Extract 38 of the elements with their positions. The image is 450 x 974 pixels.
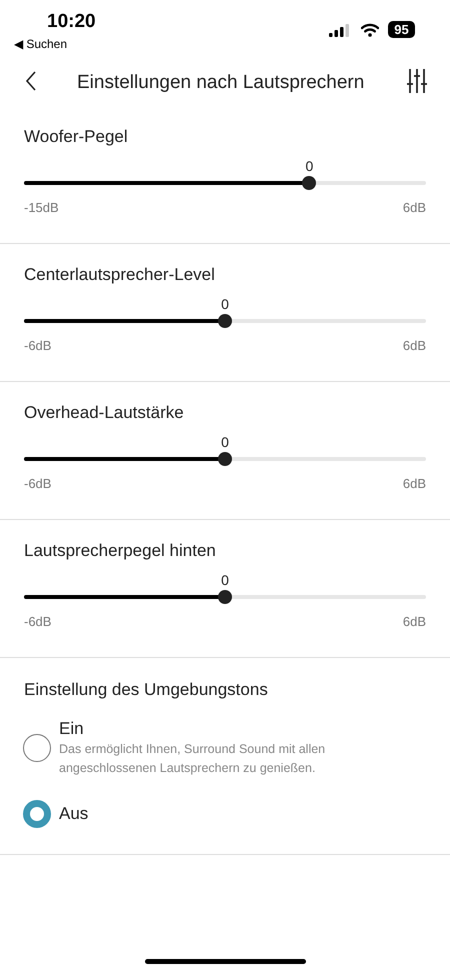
slider-min-label: -15dB [24,199,59,217]
signal-icon [329,24,349,37]
option-description: Das ermöglicht Ihnen, Surround Sound mit allen angeschlossenen Lautsprechern zu genießen. [59,741,326,777]
battery-indicator: 95 [388,21,415,38]
back-to-app-link[interactable]: ◀ Suchen [14,35,68,53]
slider[interactable] [24,590,426,604]
slider-label: Overhead-Lautstärke [24,402,185,424]
slider-thumb[interactable] [218,590,232,604]
slider-label: Lautsprecherpegel hinten [24,540,217,562]
equalizer-settings-icon[interactable] [407,69,427,93]
option-label: Aus [59,803,88,825]
slider-value: 0 [306,157,314,176]
slider-thumb[interactable] [218,314,232,328]
radio-button[interactable] [23,734,51,762]
option-label: Ein [59,718,85,740]
slider[interactable] [24,314,426,328]
slider-thumb[interactable] [218,452,232,466]
slider-max-label: 6dB [402,337,426,355]
back-icon[interactable] [25,71,37,91]
slider-value: 0 [221,433,229,452]
slider[interactable] [24,176,426,190]
slider-label: Centerlautsprecher-Level [24,264,216,286]
radio-button[interactable] [23,800,51,828]
slider-max-label: 6dB [402,613,426,631]
slider-min-label: -6dB [24,475,52,493]
slider-max-label: 6dB [402,199,426,217]
slider-label: Woofer-Pegel [24,126,129,148]
slider-max-label: 6dB [402,475,426,493]
slider[interactable] [24,452,426,466]
slider-thumb[interactable] [302,176,316,190]
slider-value: 0 [221,571,229,590]
wifi-icon [361,23,379,37]
section-title: Einstellung des Umgebungstons [23,679,269,701]
slider-min-label: -6dB [24,613,52,631]
slider-min-label: -6dB [24,337,52,355]
slider-value: 0 [221,295,229,314]
status-time: 10:20 [47,10,96,34]
page-title: Einstellungen nach Lautsprechern [77,71,364,95]
